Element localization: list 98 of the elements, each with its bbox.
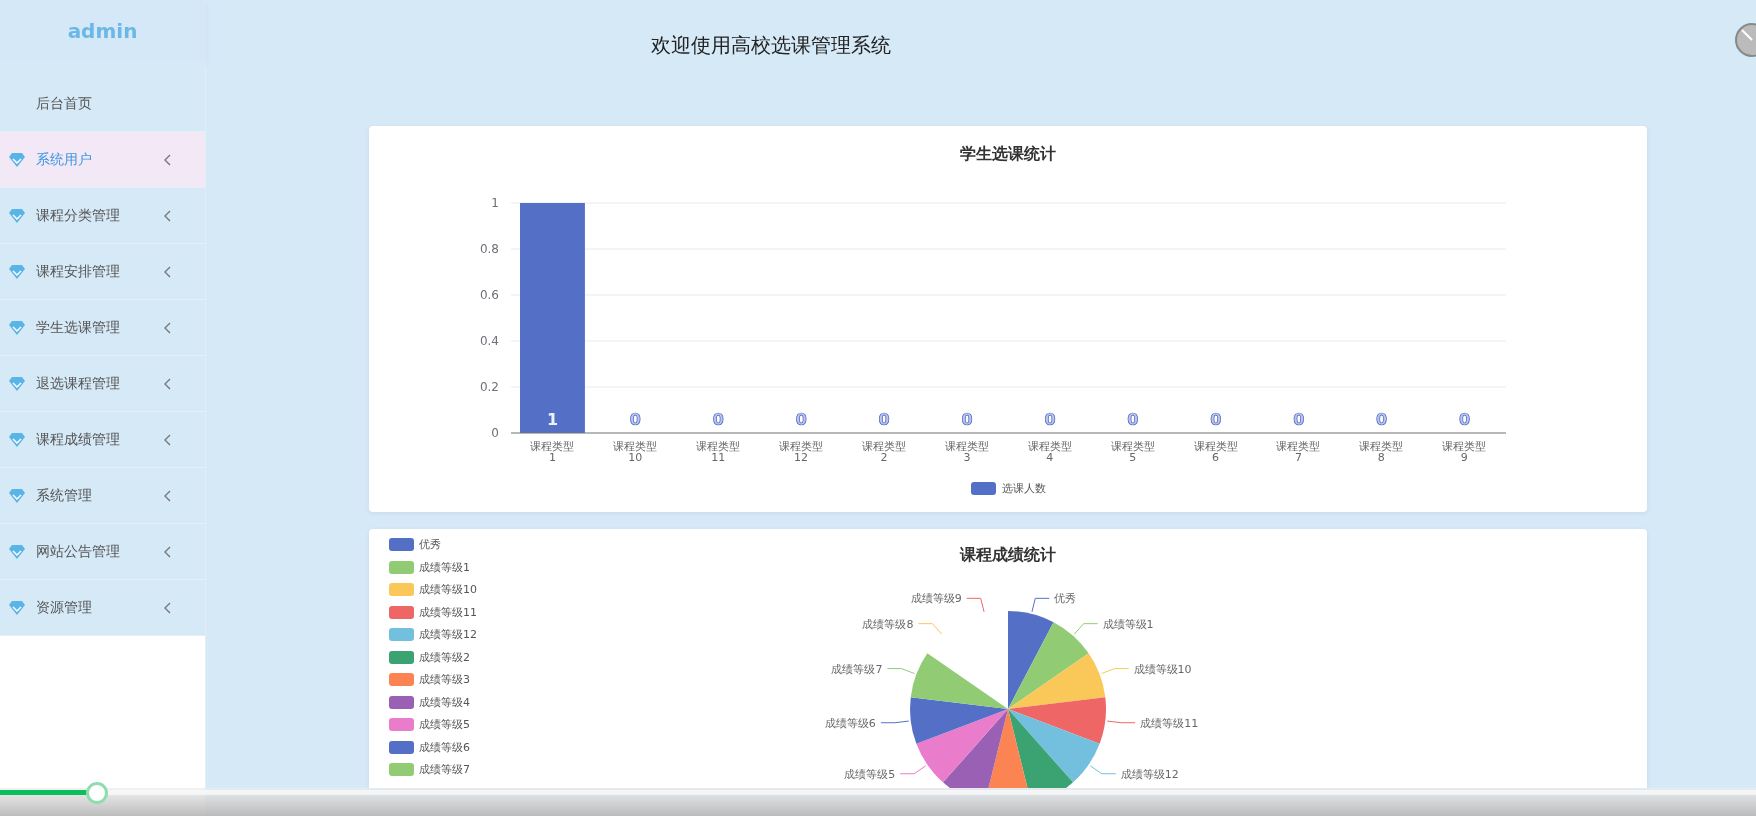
loading-icon: [1732, 22, 1756, 58]
leader-line: [899, 765, 927, 775]
page-title: 欢迎使用高校选课管理系统: [651, 32, 891, 59]
slice-label: 成绩等级7: [831, 662, 883, 676]
axis-category-label: 课程类型3: [943, 439, 990, 463]
slice-label: 成绩等级8: [862, 617, 914, 631]
data-label: 0: [629, 410, 641, 429]
legend-swatch: [389, 583, 414, 596]
leader-line: [1073, 623, 1099, 635]
axis-tick-label: 0.4: [479, 334, 499, 348]
logo-text: admin: [67, 19, 138, 43]
legend-label: 成绩等级4: [419, 694, 470, 710]
data-label: 0: [1127, 410, 1139, 429]
slice-label: 成绩等级6: [824, 716, 876, 730]
axis-category-label: 课程类型5: [1109, 439, 1156, 463]
axis-tick-label: 0: [491, 426, 499, 440]
slice-label: 成绩等级11: [1140, 716, 1199, 730]
legend-label: 成绩等级10: [419, 582, 477, 597]
legend-label: 成绩等级11: [419, 604, 477, 620]
legend-swatch: [389, 650, 414, 664]
data-label: 0: [1293, 410, 1305, 429]
chevron-left-icon: [164, 545, 172, 558]
legend-label: 成绩等级12: [419, 627, 477, 642]
diamond-icon: [9, 488, 25, 503]
chevron-left-icon: [164, 489, 172, 502]
legend-label: 成绩等级1: [419, 559, 470, 575]
leader-line: [880, 720, 910, 724]
legend-swatch: [389, 538, 414, 551]
chart-title: 学生选课统计: [959, 143, 1057, 165]
data-label: 0: [1458, 410, 1471, 429]
chevron-left-icon: [164, 433, 172, 446]
chevron-left-icon: [164, 321, 172, 334]
legend-swatch: [389, 628, 414, 641]
legend-swatch: [389, 560, 414, 574]
leader-line: [917, 623, 943, 635]
axis-category-label: 课程类型4: [1026, 439, 1073, 463]
axis-category-label: 课程类型6: [1192, 439, 1239, 463]
legend-label: 成绩等级6: [419, 739, 470, 755]
legend-label: 成绩等级3: [419, 672, 470, 687]
leader-line: [1101, 668, 1130, 675]
leader-line: [1106, 720, 1136, 724]
axis-tick-label: 1: [491, 196, 499, 210]
data-label: 0: [1210, 410, 1222, 429]
video-progress-slider[interactable]: [0, 782, 1756, 804]
axis-tick-label: 0.8: [479, 242, 499, 256]
leader-line: [886, 668, 915, 675]
axis-category-label: 课程类型1: [529, 439, 576, 463]
data-label: 0: [795, 410, 807, 429]
slice-label: 成绩等级1: [1102, 617, 1154, 631]
legend-swatch: [389, 763, 414, 776]
diamond-icon: [9, 544, 25, 559]
data-label: 1: [546, 410, 559, 429]
legend-swatch: [389, 673, 414, 686]
legend-label: 成绩等级2: [419, 649, 470, 665]
legend-label: 成绩等级7: [419, 762, 470, 777]
axis-category-label: 课程类型8: [1358, 439, 1405, 463]
data-label: 0: [961, 410, 973, 429]
axis-tick-label: 0.6: [479, 288, 499, 302]
legend-label: 优秀: [419, 537, 441, 552]
legend-swatch: [389, 718, 414, 731]
diamond-icon: [9, 320, 25, 335]
chevron-left-icon: [164, 265, 172, 278]
slice-label: 成绩等级9: [910, 592, 962, 606]
leader-line: [966, 597, 985, 613]
axis-category-label: 课程类型2: [861, 439, 907, 463]
diamond-icon: [9, 208, 25, 223]
diamond-icon: [9, 264, 25, 279]
chevron-left-icon: [164, 209, 172, 222]
axis-category-label: 课程类型7: [1275, 439, 1322, 463]
data-label: 0: [712, 410, 724, 429]
legend-swatch: [389, 695, 414, 709]
axis-category-label: 课程类型11: [695, 439, 742, 463]
legend-label: 选课人数: [1001, 481, 1046, 496]
axis-category-label: 课程类型9: [1441, 439, 1488, 463]
data-label: 0: [1044, 410, 1056, 429]
axis-category-label: 课程类型10: [612, 439, 659, 463]
slice-label: 成绩等级12: [1120, 767, 1179, 781]
slice-label: 成绩等级10: [1133, 662, 1192, 676]
chevron-left-icon: [164, 601, 172, 614]
legend-swatch: [389, 740, 414, 754]
axis-tick-label: 0.2: [479, 380, 499, 394]
data-label: 0: [878, 410, 890, 429]
diamond-icon: [9, 432, 25, 447]
chevron-left-icon: [164, 377, 172, 390]
legend-label: 成绩等级5: [419, 717, 470, 732]
leader-line: [1089, 765, 1117, 775]
chevron-left-icon: [164, 153, 172, 166]
slice-label: 成绩等级5: [844, 767, 896, 781]
data-label: 0: [1376, 410, 1388, 429]
leader-line: [1031, 597, 1050, 613]
legend-swatch: [389, 605, 414, 619]
diamond-icon: [9, 600, 25, 615]
axis-category-label: 课程类型12: [778, 439, 825, 463]
legend-swatch: [970, 482, 996, 495]
slice-label: 优秀: [1054, 592, 1077, 606]
chart-title: 课程成绩统计: [960, 545, 1056, 566]
diamond-icon: [9, 376, 25, 391]
diamond-icon: [9, 152, 25, 167]
